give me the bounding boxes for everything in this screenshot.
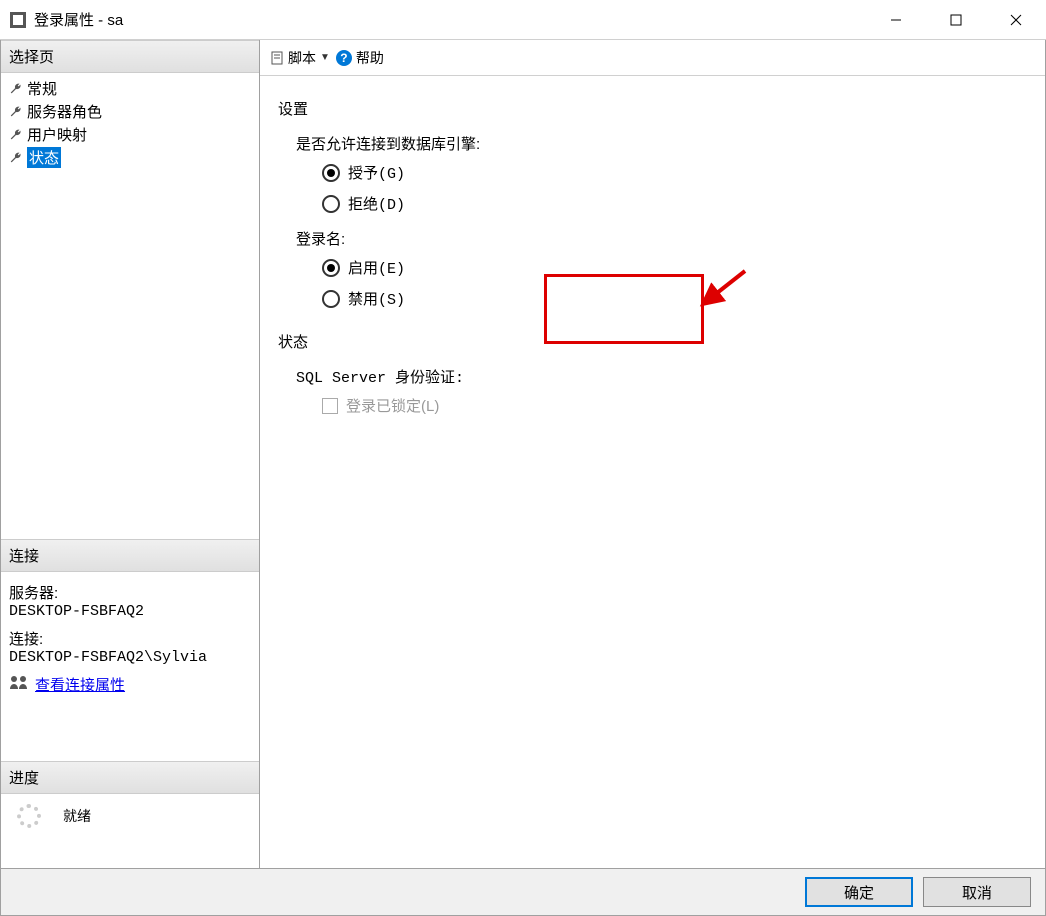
titlebar: 登录属性 - sa <box>0 0 1046 40</box>
people-icon <box>9 675 29 695</box>
nav-list: 常规 服务器角色 用户映射 状态 <box>1 73 259 173</box>
nav-item-general[interactable]: 常规 <box>1 77 259 100</box>
progress-header: 进度 <box>1 761 259 794</box>
script-label: 脚本 <box>288 48 316 68</box>
toolbar: 脚本 ▼ ? 帮助 <box>260 40 1045 76</box>
nav-item-user-mapping[interactable]: 用户映射 <box>1 123 259 146</box>
close-button[interactable] <box>986 0 1046 40</box>
connection-header: 连接 <box>1 539 259 572</box>
checkbox-label: 登录已锁定(L) <box>346 395 439 416</box>
app-icon <box>10 12 26 28</box>
minimize-button[interactable] <box>866 0 926 40</box>
view-connection-properties-link[interactable]: 查看连接属性 <box>35 674 125 695</box>
radio-deny[interactable]: 拒绝(D) <box>322 193 1027 214</box>
window-title: 登录属性 - sa <box>34 9 866 30</box>
spinner-icon <box>17 804 41 828</box>
nav-label: 常规 <box>27 78 57 99</box>
nav-label: 用户映射 <box>27 124 87 145</box>
nav-item-server-roles[interactable]: 服务器角色 <box>1 100 259 123</box>
settings-title: 设置 <box>278 98 1027 119</box>
server-label: 服务器: <box>9 582 251 603</box>
cancel-button[interactable]: 取消 <box>923 877 1031 907</box>
radio-label: 启用(E) <box>348 257 405 278</box>
radio-icon <box>322 195 340 213</box>
help-button[interactable]: ? 帮助 <box>336 48 384 68</box>
radio-icon <box>322 164 340 182</box>
ok-button[interactable]: 确定 <box>805 877 913 907</box>
wrench-icon <box>9 82 23 96</box>
progress-section: 就绪 <box>1 794 259 868</box>
window-controls <box>866 0 1046 40</box>
connection-value: DESKTOP-FSBFAQ2\Sylvia <box>9 649 251 666</box>
nav-label: 状态 <box>27 147 61 168</box>
wrench-icon <box>9 128 23 142</box>
view-properties-row: 查看连接属性 <box>9 674 251 695</box>
spacer <box>1 701 259 761</box>
script-icon <box>270 51 284 65</box>
help-icon: ? <box>336 50 352 66</box>
radio-label: 拒绝(D) <box>348 193 405 214</box>
login-label: 登录名: <box>296 228 1027 249</box>
radio-disable[interactable]: 禁用(S) <box>322 288 1027 309</box>
sql-auth-label: SQL Server 身份验证: <box>296 366 1027 387</box>
checkbox-locked: 登录已锁定(L) <box>322 395 1027 416</box>
radio-icon <box>322 290 340 308</box>
wrench-icon <box>9 151 23 165</box>
radio-icon <box>322 259 340 277</box>
spacer <box>1 173 259 539</box>
connection-section: 服务器: DESKTOP-FSBFAQ2 连接: DESKTOP-FSBFAQ2… <box>1 572 259 701</box>
footer: 确定 取消 <box>0 868 1046 916</box>
nav-item-status[interactable]: 状态 <box>1 146 259 169</box>
left-panel: 选择页 常规 服务器角色 用户映射 状态 连接 服务器: DESKTOP-FSB <box>0 40 260 868</box>
connection-label: 连接: <box>9 628 251 649</box>
db-engine-label: 是否允许连接到数据库引擎: <box>296 133 1027 154</box>
chevron-down-icon: ▼ <box>320 52 330 63</box>
content-area: 选择页 常规 服务器角色 用户映射 状态 连接 服务器: DESKTOP-FSB <box>0 40 1046 868</box>
help-label: 帮助 <box>356 48 384 68</box>
select-page-header: 选择页 <box>1 40 259 73</box>
nav-label: 服务器角色 <box>27 101 102 122</box>
radio-label: 禁用(S) <box>348 288 405 309</box>
radio-label: 授予(G) <box>348 162 405 183</box>
status-title: 状态 <box>278 331 1027 352</box>
progress-status: 就绪 <box>63 806 91 826</box>
checkbox-icon <box>322 398 338 414</box>
radio-grant[interactable]: 授予(G) <box>322 162 1027 183</box>
server-value: DESKTOP-FSBFAQ2 <box>9 603 251 620</box>
maximize-button[interactable] <box>926 0 986 40</box>
script-button[interactable]: 脚本 ▼ <box>270 48 330 68</box>
wrench-icon <box>9 105 23 119</box>
main-content: 设置 是否允许连接到数据库引擎: 授予(G) 拒绝(D) 登录名: 启用(E) … <box>260 76 1045 868</box>
radio-enable[interactable]: 启用(E) <box>322 257 1027 278</box>
right-panel: 脚本 ▼ ? 帮助 设置 是否允许连接到数据库引擎: 授予(G) 拒绝(D) 登… <box>260 40 1046 868</box>
